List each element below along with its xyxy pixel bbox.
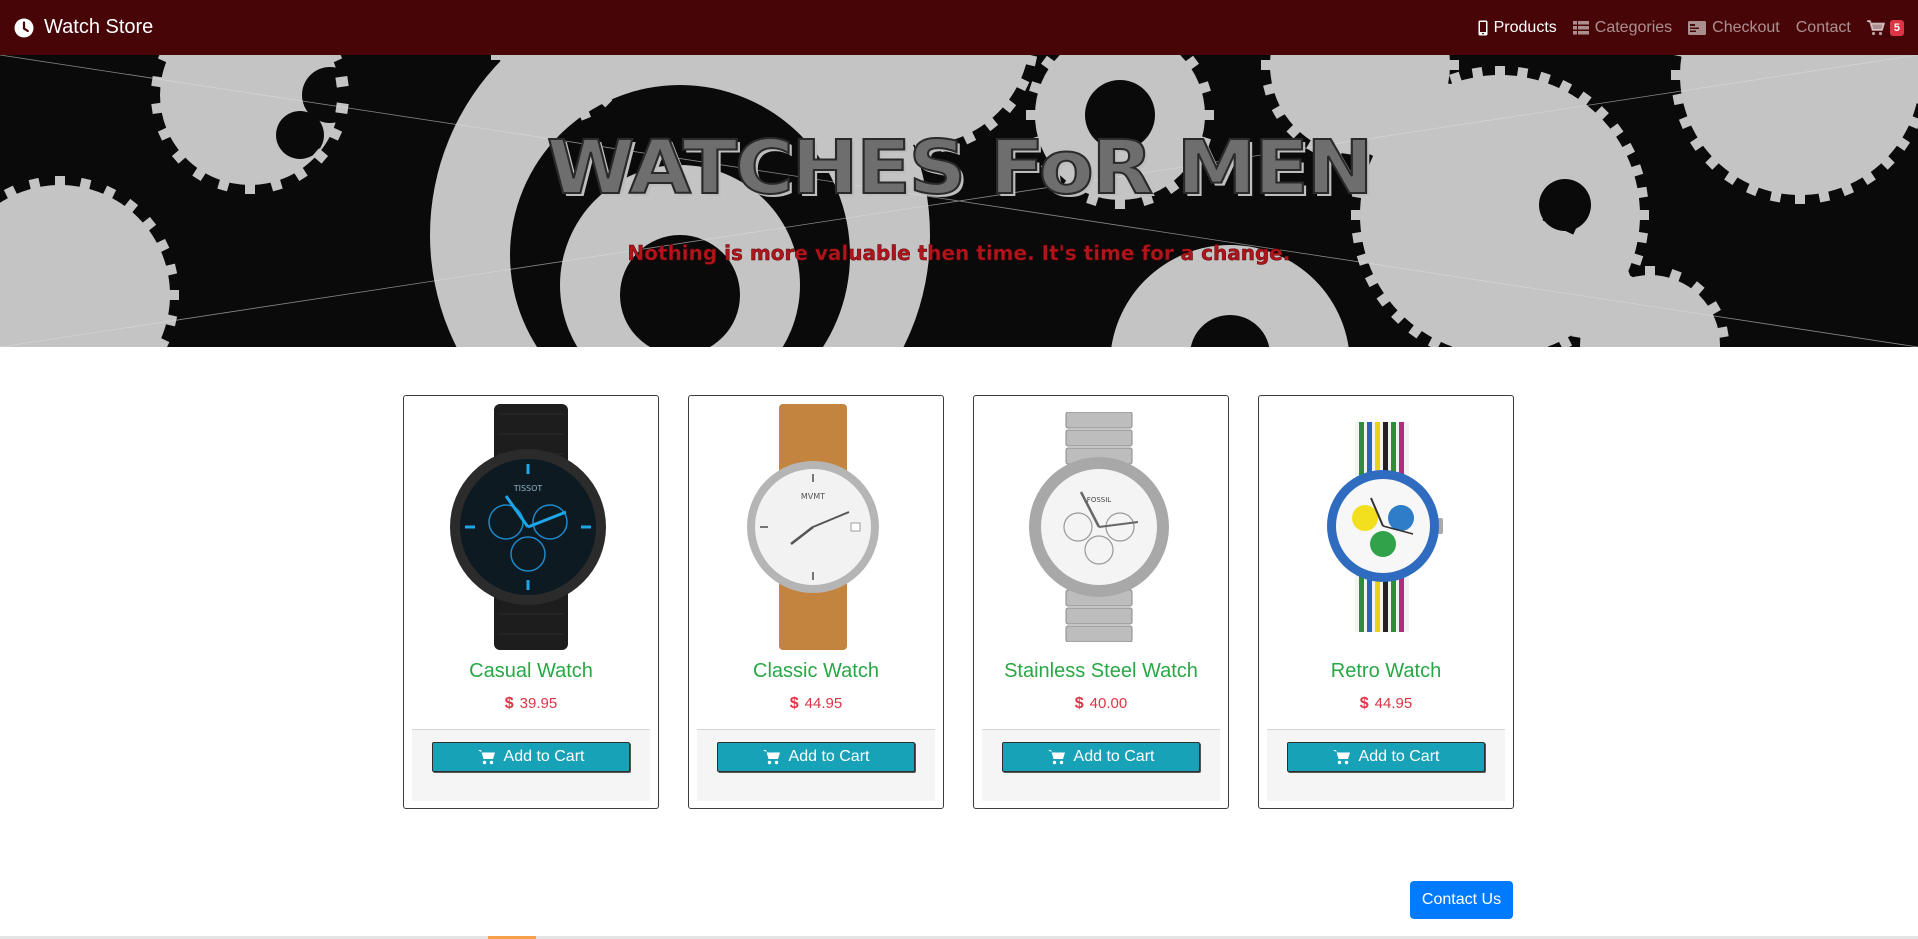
product-price: $39.95 — [404, 695, 658, 713]
card-footer: Add to Cart — [982, 729, 1220, 801]
cart-icon — [1866, 19, 1885, 35]
product-card: Retro Watch $44.95 Add to Cart — [1258, 395, 1514, 809]
dollar-icon: $ — [504, 695, 514, 712]
contact-us-button[interactable]: Contact Us — [1410, 881, 1513, 919]
product-card: TISSOT Casual Watch $39.95 Add to Cart — [403, 395, 659, 809]
dollar-icon: $ — [1074, 695, 1084, 712]
product-price: $44.95 — [1259, 695, 1513, 713]
nav-item-label: Checkout — [1712, 18, 1780, 36]
black-blue-chronograph-watch-icon: TISSOT — [450, 404, 606, 650]
cart-icon — [1332, 750, 1350, 765]
nav-item-products[interactable]: Products — [1478, 19, 1557, 37]
cart-icon — [762, 750, 780, 765]
cart-icon — [1047, 750, 1065, 765]
white-dial-brown-strap-watch-icon: MVMT — [747, 404, 879, 650]
add-to-cart-label: Add to Cart — [503, 748, 585, 765]
product-name[interactable]: Stainless Steel Watch — [974, 660, 1228, 683]
nav-item-label: Products — [1493, 18, 1557, 36]
list-icon — [1572, 20, 1589, 34]
product-image[interactable]: MVMT — [697, 404, 935, 650]
product-image[interactable]: TISSOT — [412, 404, 650, 650]
id-card-icon — [1688, 20, 1707, 35]
nav-item-categories[interactable]: Categories — [1572, 18, 1673, 37]
svg-text:FOSSIL: FOSSIL — [1087, 496, 1111, 504]
nav-item-checkout[interactable]: Checkout — [1688, 19, 1780, 37]
svg-text:TISSOT: TISSOT — [513, 484, 543, 493]
nav-item-cart[interactable]: 5 — [1866, 19, 1904, 36]
hero-banner: WATCHES FoR MEN Nothing is more valuable… — [0, 55, 1918, 347]
price-value: 44.95 — [1374, 695, 1413, 712]
colorful-nato-strap-watch-icon — [1327, 422, 1443, 632]
cart-icon — [477, 750, 495, 765]
add-to-cart-button[interactable]: Add to Cart — [432, 742, 630, 772]
product-name[interactable]: Classic Watch — [689, 660, 943, 683]
card-footer: Add to Cart — [697, 729, 935, 801]
product-card: FOSSIL Stainless Steel Watch $40.00 Add … — [973, 395, 1229, 809]
card-footer: Add to Cart — [1267, 729, 1505, 801]
brand-link[interactable]: Watch Store — [14, 16, 153, 39]
product-price: $44.95 — [689, 695, 943, 713]
product-grid: TISSOT Casual Watch $39.95 Add to Cart M… — [403, 395, 1514, 809]
add-to-cart-label: Add to Cart — [1358, 748, 1440, 765]
add-to-cart-label: Add to Cart — [1073, 748, 1155, 765]
add-to-cart-label: Add to Cart — [788, 748, 870, 765]
nav-item-contact[interactable]: Contact — [1796, 19, 1851, 37]
nav-item-label: Contact — [1795, 18, 1851, 36]
product-name[interactable]: Casual Watch — [404, 660, 658, 683]
add-to-cart-button[interactable]: Add to Cart — [1287, 742, 1485, 772]
nav-item-label: Categories — [1594, 18, 1673, 36]
hero-subtitle: Nothing is more valuable then time. It's… — [627, 241, 1291, 266]
clock-icon — [14, 18, 34, 37]
add-to-cart-button[interactable]: Add to Cart — [717, 742, 915, 772]
price-value: 44.95 — [804, 695, 843, 712]
product-image[interactable]: FOSSIL — [982, 404, 1220, 650]
nav-menu: Products Categories Checkout Contact 5 — [1462, 0, 1904, 55]
cart-count-badge: 5 — [1889, 19, 1904, 36]
card-footer: Add to Cart — [412, 729, 650, 801]
dollar-icon: $ — [789, 695, 799, 712]
svg-text:MVMT: MVMT — [801, 492, 825, 501]
hero-title: WATCHES FoR MEN — [546, 124, 1375, 212]
price-value: 40.00 — [1089, 695, 1128, 712]
product-price: $40.00 — [974, 695, 1228, 713]
product-image[interactable] — [1267, 404, 1505, 650]
price-value: 39.95 — [519, 695, 558, 712]
brand-title: Watch Store — [44, 16, 154, 38]
navbar: Watch Store Products Categories Checkout… — [0, 0, 1918, 55]
product-card: MVMT Classic Watch $44.95 Add to Cart — [688, 395, 944, 809]
mobile-icon — [1478, 20, 1488, 35]
product-name[interactable]: Retro Watch — [1259, 660, 1513, 683]
add-to-cart-button[interactable]: Add to Cart — [1002, 742, 1200, 772]
steel-chronograph-watch-icon: FOSSIL — [1029, 412, 1169, 642]
dollar-icon: $ — [1359, 695, 1369, 712]
